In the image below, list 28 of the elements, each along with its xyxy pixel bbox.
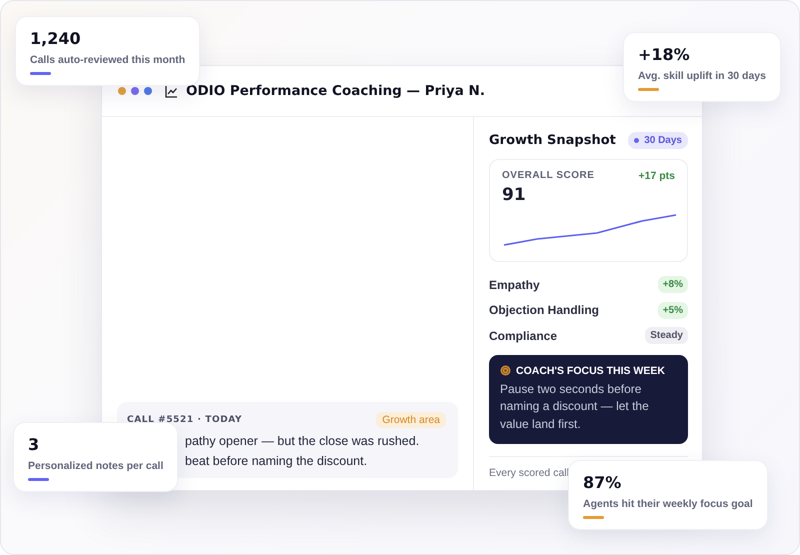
skill-change-badge: +8%: [658, 276, 688, 294]
skill-name: Compliance: [489, 328, 558, 343]
stat-value: +18%: [638, 45, 691, 64]
focus-text: Pause two seconds before naming a discount — let the value land first.: [500, 380, 650, 432]
stat-value: 3: [28, 435, 40, 454]
skill-name: Objection Handling: [489, 303, 599, 318]
growth-tag: Growth area: [376, 412, 446, 428]
skill-change-badge: +5%: [658, 302, 688, 319]
stat-label: Personalized notes per call: [28, 460, 164, 472]
stat-label: Calls auto-reviewed this month: [30, 54, 186, 66]
line-chart-icon: [165, 84, 178, 98]
stat-label: Agents hit their weekly focus goal: [583, 498, 753, 510]
skill-change-badge: Steady: [645, 327, 688, 344]
stat-label: Avg. skill uplift in 30 days: [638, 70, 766, 82]
window-title: ODIO Performance Coaching — Priya N.: [186, 83, 485, 99]
call-meta: CALL #5521 · TODAY: [127, 415, 242, 425]
target-icon: [500, 365, 511, 376]
skill-name: Empathy: [489, 278, 540, 292]
stat-value: 1,240: [30, 29, 82, 48]
focus-title: COACH'S FOCUS THIS WEEK: [516, 364, 665, 376]
period-badge: 30 Days: [628, 132, 688, 149]
score-change: +17 pts: [638, 170, 675, 182]
window-dots-icon: [117, 86, 153, 96]
call-note-text: pathy opener — but the close was rushed.: [185, 434, 420, 448]
panel-title: Growth Snapshot: [489, 133, 616, 148]
call-note-text: beat before naming the discount.: [185, 454, 368, 468]
score-value: 91: [502, 185, 527, 205]
score-label: OVERALL SCORE: [502, 170, 594, 182]
